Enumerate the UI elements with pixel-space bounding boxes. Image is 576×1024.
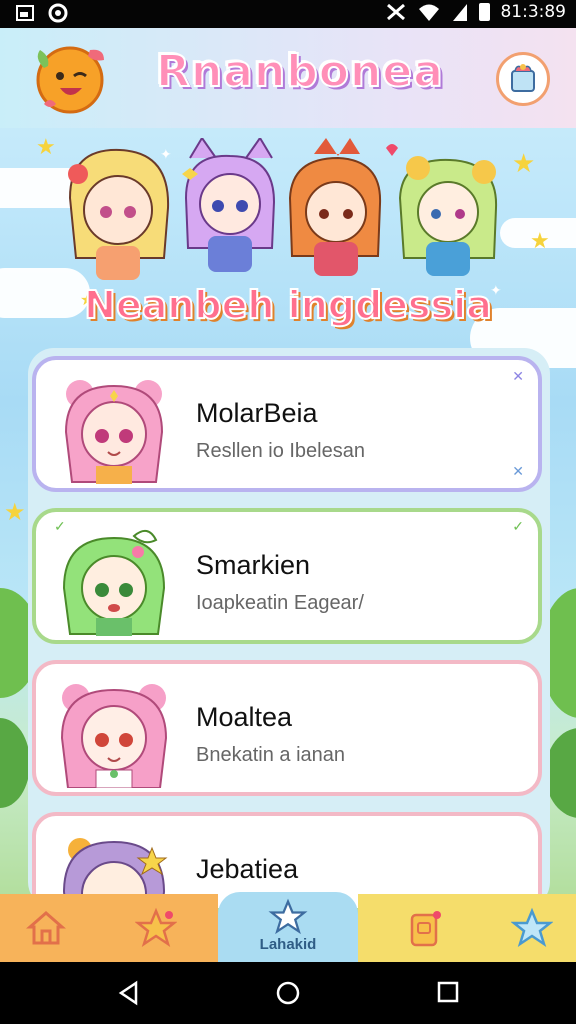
banner-heading: Neanbeh ingdessia (83, 282, 493, 328)
back-icon[interactable] (116, 980, 142, 1006)
character-avatar (60, 684, 168, 788)
notification-icon (48, 3, 68, 23)
chibi-green (398, 156, 498, 276)
character-subtitle: Bnekatin a ianan (196, 744, 346, 766)
star-decoration: ★ (4, 499, 26, 526)
check-icon: ✓ (54, 518, 66, 534)
home-icon (26, 911, 66, 945)
character-name: Smarkien (196, 550, 311, 580)
chibi-blonde (68, 148, 170, 280)
app-screen: ★ ★ ★ ★ ★ ✦ ✦ Rnanbonea Neanbeh ingdessi… (0, 28, 576, 962)
hero-characters-illustration (60, 136, 516, 288)
character-subtitle: Resllen io Ibelesan (196, 440, 365, 462)
tab-more[interactable] (500, 894, 564, 962)
character-name: Jebatiea (196, 854, 299, 884)
wifi-icon (419, 4, 440, 21)
star-decoration: ★ (36, 134, 56, 159)
character-card[interactable]: Moaltea Bnekatin a ianan (32, 660, 542, 796)
tab-favorites[interactable] (124, 894, 188, 962)
signal-icon (453, 4, 468, 21)
tab-stickers[interactable] (392, 894, 456, 962)
bottom-tab-bar: Lahakid (0, 892, 576, 962)
mute-icon (387, 3, 406, 21)
star-icon (511, 907, 553, 947)
close-icon[interactable]: ✕ (512, 463, 524, 480)
character-subtitle: Ioapkeatin Eagear/ (196, 592, 364, 614)
character-avatar (62, 529, 166, 636)
tab-lahakid[interactable]: Lahakid (218, 892, 358, 962)
character-name: MolarBeia (196, 398, 318, 428)
sticker-icon (410, 911, 441, 947)
character-list[interactable]: MolarBeia Resllen io Ibelesan ✕ ✕ Smarki… (28, 348, 550, 908)
mascot-icon (36, 46, 104, 114)
shop-icon (511, 64, 535, 92)
app-header: Rnanbonea (0, 28, 576, 128)
character-card[interactable]: Smarkien Ioapkeatin Eagear/ ✓ ✓ (32, 508, 542, 644)
character-name: Moaltea (196, 702, 293, 732)
character-card[interactable]: MolarBeia Resllen io Ibelesan ✕ ✕ (32, 356, 542, 492)
tree (0, 718, 30, 808)
close-icon[interactable]: ✕ (512, 368, 524, 385)
clock: 81:3:89 (500, 2, 566, 22)
star-icon (135, 907, 177, 947)
battery-icon (479, 3, 491, 21)
character-avatar (64, 380, 164, 484)
menu-button[interactable] (496, 52, 550, 106)
gallery-icon (16, 5, 34, 21)
chibi-orange (288, 138, 398, 276)
check-icon: ✓ (512, 518, 524, 534)
app-title: Rnanbonea (155, 45, 444, 98)
status-bar: 81:3:89 (0, 0, 576, 28)
tab-home[interactable] (14, 894, 78, 962)
tab-label: Lahakid (259, 936, 317, 953)
star-decoration: ★ (530, 228, 550, 253)
system-nav-bar (0, 962, 576, 1024)
home-nav-icon[interactable] (275, 980, 301, 1006)
chibi-cat-ear (182, 136, 276, 272)
recents-icon[interactable] (436, 980, 460, 1004)
star-icon (268, 898, 308, 935)
